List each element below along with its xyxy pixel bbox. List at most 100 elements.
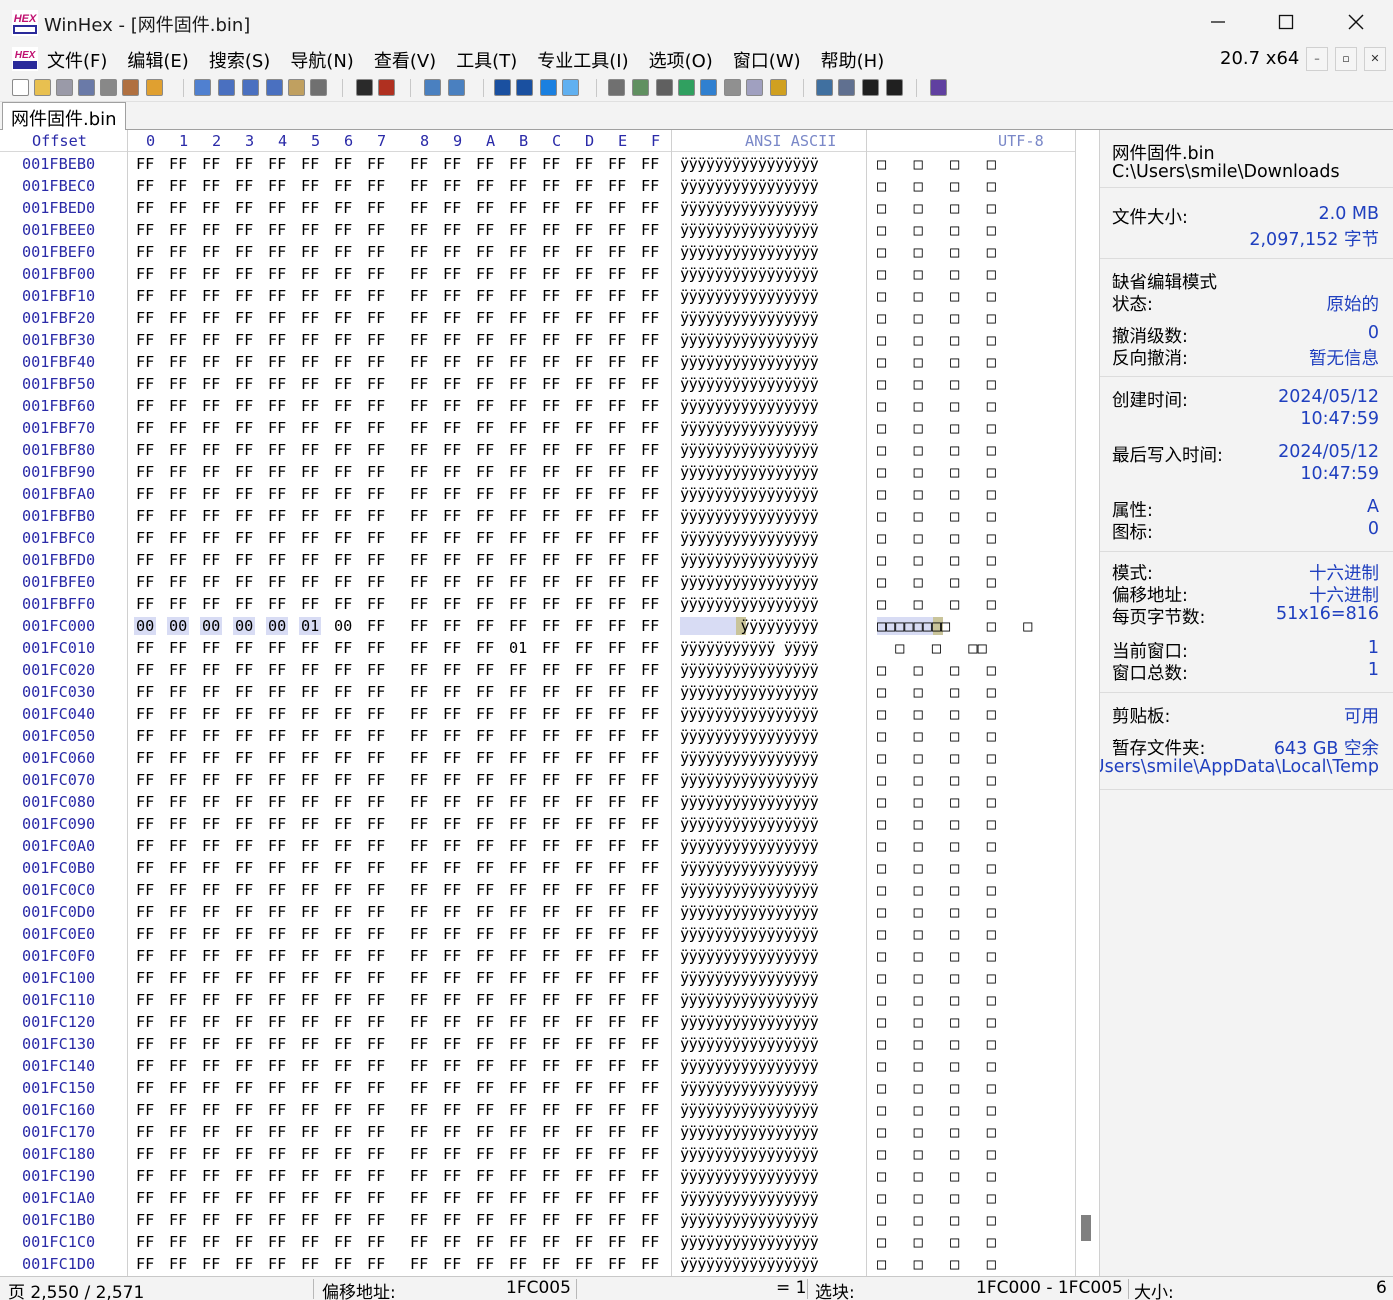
hex-byte[interactable]: FF [167, 287, 189, 305]
new-file-icon[interactable] [12, 79, 29, 96]
hex-byte[interactable]: FF [540, 683, 562, 701]
hex-byte[interactable]: FF [540, 837, 562, 855]
hex-byte[interactable]: FF [507, 199, 529, 217]
hex-byte[interactable]: FF [573, 837, 595, 855]
hex-byte[interactable]: FF [299, 859, 321, 877]
hex-row[interactable]: 001FBF20 FF FF FF FF FF FF FF FF FF FF FF FF FF FF FF FF… [0, 306, 1075, 328]
hex-byte[interactable]: FF [408, 1101, 430, 1119]
hex-row[interactable]: 001FC090 FF FF FF FF FF FF FF FF FF FF FF FF FF FF FF FF… [0, 812, 1075, 834]
hex-byte[interactable]: FF [266, 353, 288, 371]
hex-byte[interactable]: FF [167, 705, 189, 723]
prev-tab-icon[interactable] [862, 79, 879, 96]
hex-byte[interactable]: FF [200, 155, 222, 173]
hex-byte[interactable]: FF [299, 419, 321, 437]
hex-byte[interactable]: FF [134, 1057, 156, 1075]
hex-byte[interactable]: FF [507, 991, 529, 1009]
hex-byte[interactable]: FF [134, 705, 156, 723]
hex-byte[interactable]: FF [573, 1013, 595, 1031]
hex-byte[interactable]: FF [365, 1079, 387, 1097]
hex-byte[interactable]: FF [266, 177, 288, 195]
hex-byte[interactable]: FF [540, 1189, 562, 1207]
hex-byte[interactable]: FF [365, 397, 387, 415]
hex-row[interactable]: 001FBEB0 FF FF FF FF FF FF FF FF FF FF FF FF FF FF FF FF… [0, 152, 1075, 174]
hex-byte[interactable]: FF [540, 617, 562, 635]
hex-byte[interactable]: FF [408, 221, 430, 239]
hex-byte[interactable]: FF [299, 1079, 321, 1097]
hex-byte[interactable]: FF [266, 661, 288, 679]
hex-byte[interactable]: FF [441, 309, 463, 327]
hex-byte[interactable]: FF [639, 353, 661, 371]
hex-byte[interactable]: FF [134, 771, 156, 789]
hex-byte[interactable]: FF [639, 859, 661, 877]
hex-byte[interactable]: FF [167, 1255, 189, 1273]
hex-byte[interactable]: FF [507, 595, 529, 613]
hex-byte[interactable]: FF [441, 1123, 463, 1141]
hex-byte[interactable]: FF [441, 375, 463, 393]
hex-byte[interactable]: FF [408, 683, 430, 701]
hex-byte[interactable]: 00 [233, 617, 256, 635]
hex-byte[interactable]: FF [606, 155, 628, 173]
menu-item[interactable]: 选项(O) [649, 47, 713, 73]
hex-byte[interactable]: FF [365, 859, 387, 877]
utf8-text[interactable]: □ □ □ □ [877, 1035, 996, 1053]
hex-row[interactable]: 001FC070 FF FF FF FF FF FF FF FF FF FF FF FF FF FF FF FF… [0, 768, 1075, 790]
hex-byte[interactable]: FF [507, 485, 529, 503]
hex-byte[interactable]: FF [639, 287, 661, 305]
hex-byte[interactable]: FF [441, 265, 463, 283]
hex-byte[interactable]: FF [507, 1035, 529, 1053]
hex-byte[interactable]: FF [365, 881, 387, 899]
hex-byte[interactable]: FF [266, 1255, 288, 1273]
hex-byte[interactable]: FF [200, 969, 222, 987]
hex-byte[interactable]: FF [299, 1123, 321, 1141]
hex-byte[interactable]: FF [365, 199, 387, 217]
hex-byte[interactable]: FF [134, 1145, 156, 1163]
hex-byte[interactable]: FF [266, 463, 288, 481]
hex-byte[interactable]: FF [233, 507, 255, 525]
hex-byte[interactable]: FF [233, 397, 255, 415]
hex-byte[interactable]: FF [266, 793, 288, 811]
hex-byte[interactable]: FF [233, 375, 255, 393]
hex-row[interactable]: 001FBEC0 FF FF FF FF FF FF FF FF FF FF FF FF FF FF FF FF… [0, 174, 1075, 196]
hex-byte[interactable]: FF [365, 419, 387, 437]
hex-byte[interactable]: FF [474, 331, 496, 349]
hex-byte[interactable]: FF [507, 969, 529, 987]
hex-byte[interactable]: FF [408, 793, 430, 811]
hex-byte[interactable]: FF [233, 155, 255, 173]
hex-byte[interactable]: FF [507, 947, 529, 965]
hex-byte[interactable]: FF [266, 573, 288, 591]
search-icon[interactable] [700, 79, 717, 96]
hex-byte[interactable]: FF [266, 1013, 288, 1031]
hex-byte[interactable]: FF [639, 1211, 661, 1229]
hex-byte[interactable]: FF [200, 1123, 222, 1141]
hex-byte[interactable]: FF [266, 529, 288, 547]
hex-byte[interactable]: FF [408, 551, 430, 569]
ram-icon[interactable] [656, 79, 673, 96]
hex-byte[interactable]: FF [507, 419, 529, 437]
hex-byte[interactable]: FF [606, 1035, 628, 1053]
hex-byte[interactable]: FF [474, 1035, 496, 1053]
ansi-text[interactable]: ÿÿÿÿÿÿÿÿÿÿÿÿÿÿÿÿ [680, 265, 819, 283]
hex-byte[interactable]: FF [134, 1123, 156, 1141]
hex-byte[interactable]: FF [167, 749, 189, 767]
hex-byte[interactable]: FF [408, 595, 430, 613]
hex-byte[interactable]: FF [200, 1013, 222, 1031]
hex-byte[interactable]: FF [408, 617, 430, 635]
hex-byte[interactable]: FF [474, 353, 496, 371]
hex-row[interactable]: 001FBFC0 FF FF FF FF FF FF FF FF FF FF FF FF FF FF FF FF… [0, 526, 1075, 548]
hex-byte[interactable]: FF [134, 1013, 156, 1031]
ansi-text[interactable]: ÿÿÿÿÿÿÿÿÿÿÿÿÿÿÿÿ [680, 1057, 819, 1075]
hex-byte[interactable]: FF [167, 1079, 189, 1097]
hex-byte[interactable]: FF [573, 1057, 595, 1075]
hex-byte[interactable]: FF [474, 1145, 496, 1163]
hex-byte[interactable]: FF [167, 419, 189, 437]
hex-byte[interactable]: FF [507, 705, 529, 723]
hex-byte[interactable]: FF [134, 199, 156, 217]
menu-item[interactable]: 搜索(S) [209, 47, 270, 73]
hex-byte[interactable]: FF [606, 287, 628, 305]
hex-byte[interactable]: FF [299, 727, 321, 745]
hex-byte[interactable]: FF [266, 925, 288, 943]
hex-byte[interactable]: FF [167, 969, 189, 987]
print-icon[interactable] [100, 79, 117, 96]
hex-row[interactable]: 001FC160 FF FF FF FF FF FF FF FF FF FF FF FF FF FF FF FF… [0, 1098, 1075, 1120]
hex-byte[interactable]: FF [167, 573, 189, 591]
